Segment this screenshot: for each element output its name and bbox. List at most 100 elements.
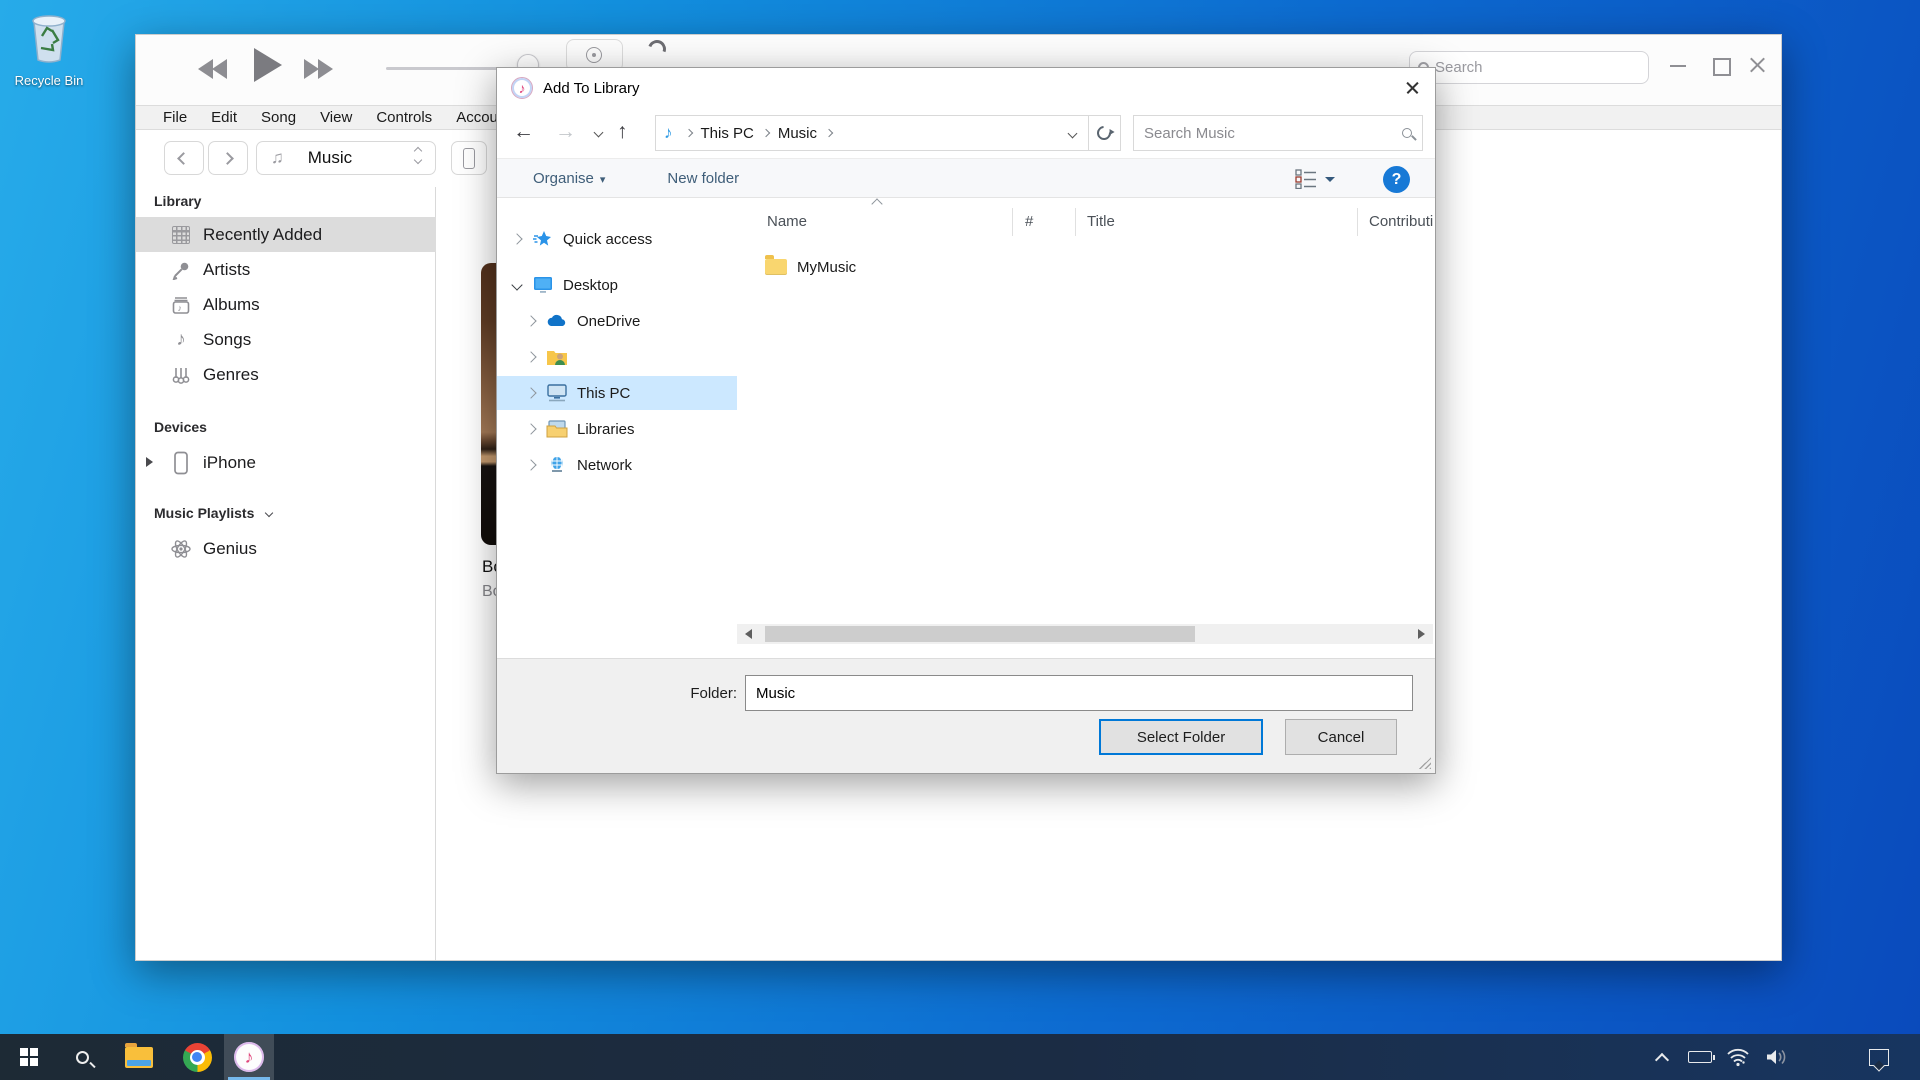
column-title[interactable]: Title (1087, 213, 1115, 230)
forward-button[interactable] (208, 141, 248, 175)
scrollbar-thumb[interactable] (765, 626, 1195, 642)
taskbar: ♪ (0, 1034, 1920, 1080)
tree-item-libraries[interactable]: Libraries (497, 412, 737, 446)
scroll-left-arrow-icon[interactable] (745, 629, 752, 639)
chevron-right-icon[interactable] (525, 315, 536, 326)
breadcrumb-this-pc[interactable]: This PC (701, 125, 754, 142)
recent-locations-chevron-icon[interactable] (594, 128, 604, 138)
chevron-right-icon[interactable] (525, 387, 536, 398)
tree-item-this-pc[interactable]: This PC (497, 376, 737, 410)
tree-item-user-folder[interactable] (497, 340, 737, 374)
device-button[interactable] (451, 141, 487, 175)
resize-grip[interactable] (1419, 757, 1431, 769)
battery-status[interactable] (1682, 1034, 1718, 1080)
tree-item-quick-access[interactable]: Quick access (497, 222, 737, 256)
dialog-search-input[interactable] (1144, 125, 1402, 142)
chevron-right-icon[interactable] (525, 459, 536, 470)
column-name[interactable]: Name (767, 213, 807, 230)
tree-item-desktop[interactable]: Desktop (497, 268, 737, 302)
refresh-button[interactable] (1089, 115, 1121, 151)
tree-item-network[interactable]: Network (497, 448, 737, 482)
menu-edit[interactable]: Edit (211, 109, 237, 126)
dialog-footer: Folder: Select Folder Cancel (497, 658, 1435, 773)
sidebar-item-iphone[interactable]: iPhone (136, 445, 436, 480)
file-row-mymusic[interactable]: MyMusic (737, 250, 1435, 284)
show-hidden-icons-button[interactable] (1644, 1034, 1680, 1080)
itunes-search-input[interactable] (1435, 59, 1605, 76)
rewind-icon[interactable] (212, 59, 227, 79)
notification-icon (1869, 1049, 1889, 1066)
menu-file[interactable]: File (163, 109, 187, 126)
sidebar-item-songs[interactable]: ♪ Songs (136, 322, 436, 357)
column-contributing[interactable]: Contributi (1369, 213, 1435, 230)
dialog-titlebar[interactable]: ♪ Add To Library (497, 68, 1435, 108)
play-icon[interactable] (254, 48, 282, 82)
sidebar-item-genres[interactable]: Genres (136, 357, 436, 392)
minimize-button[interactable] (1664, 57, 1694, 75)
details-view-button[interactable] (1295, 169, 1337, 193)
breadcrumb-music[interactable]: Music (778, 125, 817, 142)
select-folder-button[interactable]: Select Folder (1099, 719, 1263, 755)
help-button[interactable]: ? (1383, 166, 1410, 193)
horizontal-scrollbar[interactable] (737, 624, 1433, 644)
sidebar-item-albums[interactable]: ♪ Albums (136, 287, 436, 322)
sidebar-item-genius[interactable]: Genius (136, 531, 436, 566)
refresh-icon (1094, 123, 1114, 143)
address-dropdown-chevron-icon[interactable] (1068, 128, 1078, 138)
fast-forward-icon[interactable] (318, 59, 333, 79)
organise-menu[interactable]: Organise▾ (533, 170, 605, 187)
sidebar-playlists-header[interactable]: Music Playlists (154, 505, 272, 521)
tree-item-onedrive[interactable]: OneDrive (497, 304, 737, 338)
menu-controls[interactable]: Controls (376, 109, 432, 126)
network-status[interactable] (1720, 1034, 1756, 1080)
back-button[interactable] (164, 141, 204, 175)
forward-arrow-icon[interactable]: → (555, 120, 576, 144)
itunes-search-box[interactable] (1409, 51, 1649, 84)
action-center-button[interactable] (1856, 1034, 1902, 1080)
cancel-button[interactable]: Cancel (1285, 719, 1397, 755)
scroll-right-arrow-icon[interactable] (1418, 629, 1425, 639)
up-arrow-icon[interactable]: ↑ (617, 120, 628, 144)
sidebar-item-artists[interactable]: Artists (136, 252, 436, 287)
taskbar-itunes-button[interactable]: ♪ (224, 1034, 274, 1080)
fast-forward-icon[interactable] (304, 59, 319, 79)
desktop-wallpaper: Recycle Bin File Edit Song View (0, 0, 1920, 1080)
dialog-close-button[interactable] (1389, 68, 1435, 108)
recycle-bin-shortcut[interactable]: Recycle Bin (8, 8, 90, 88)
breadcrumb-chevron-icon (825, 129, 833, 137)
menu-song[interactable]: Song (261, 109, 296, 126)
chevron-expanded-icon[interactable] (511, 279, 522, 290)
chevron-right-icon[interactable] (511, 233, 522, 244)
folder-label: Folder: (627, 685, 737, 702)
media-kind-selector[interactable]: ♫ Music (256, 141, 436, 175)
chevron-right-icon[interactable] (525, 423, 536, 434)
taskbar-search-button[interactable] (57, 1034, 107, 1080)
taskbar-file-explorer-button[interactable] (114, 1034, 164, 1080)
maximize-button[interactable] (1706, 57, 1736, 75)
windows-logo-icon (20, 1048, 38, 1066)
chevron-down-icon (265, 509, 273, 517)
rewind-icon[interactable] (198, 59, 213, 79)
folder-name-input[interactable] (745, 675, 1413, 711)
add-to-library-dialog: ♪ Add To Library ← → ↑ ♪ This PC Music (496, 67, 1436, 774)
close-button[interactable] (1744, 57, 1774, 75)
menu-view[interactable]: View (320, 109, 352, 126)
sidebar-item-recently-added[interactable]: Recently Added (136, 217, 436, 252)
taskbar-chrome-button[interactable] (172, 1034, 222, 1080)
file-list-header: Name # Title Contributi (737, 206, 1435, 240)
disclosure-triangle-icon[interactable] (146, 457, 153, 467)
new-folder-button[interactable]: New folder (667, 170, 739, 187)
dialog-search-box[interactable] (1133, 115, 1423, 151)
address-bar[interactable]: ♪ This PC Music (655, 115, 1089, 151)
back-arrow-icon[interactable]: ← (513, 120, 534, 144)
dialog-nav-row: ← → ↑ ♪ This PC Music (497, 108, 1435, 158)
start-button[interactable] (4, 1034, 54, 1080)
volume-control[interactable] (1758, 1034, 1794, 1080)
wifi-icon (1726, 1047, 1750, 1067)
chevron-right-icon[interactable] (525, 351, 536, 362)
column-number[interactable]: # (1025, 213, 1033, 230)
recently-added-icon (169, 226, 193, 244)
speaker-icon (1764, 1047, 1788, 1067)
genres-icon (169, 365, 193, 385)
folder-icon (765, 259, 787, 275)
